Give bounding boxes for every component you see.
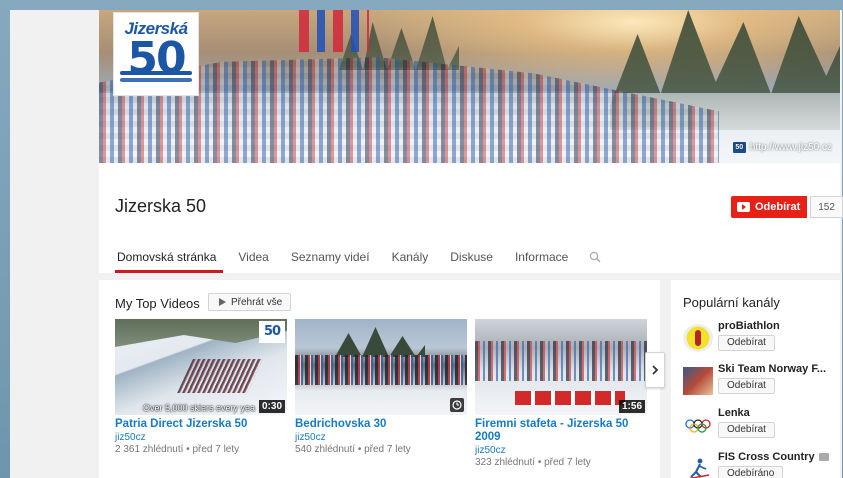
channel-item: Ski Team Norway F... Odebírat — [683, 363, 843, 399]
top-videos-section: My Top Videos Přehrát vše 50 Over 5,000 … — [99, 280, 665, 478]
video-meta: 2 361 zhlédnutí • před 7 lety — [115, 444, 240, 455]
panel-title: Populární kanály — [683, 295, 780, 310]
thumbnail-scene — [335, 327, 425, 357]
subscribed-button[interactable]: Odebíráno — [718, 466, 784, 478]
channel-item-name[interactable]: FIS Cross Country — [718, 451, 829, 463]
thumbnail-crowd — [295, 355, 467, 385]
video-title[interactable]: Firemni stafeta - Jizerska 50 2009 — [475, 418, 647, 444]
channel-header: Jizerska 50 Odebírat 152 Domovská stránk… — [99, 163, 843, 273]
subscribe-button[interactable]: Odebírat — [731, 196, 808, 218]
channel-item-name[interactable]: proBiathlon — [718, 320, 780, 332]
subscribe-button[interactable]: Odebírat — [718, 378, 775, 394]
banner-link-text: http://www.jiz50.cz — [749, 141, 832, 153]
search-icon[interactable] — [589, 240, 603, 273]
tab-videos[interactable]: Videa — [227, 240, 279, 273]
play-icon — [219, 298, 226, 306]
play-all-label: Přehrát vše — [231, 296, 283, 308]
thumbnail-logo: 50 — [259, 321, 285, 343]
banner-flags — [299, 10, 369, 52]
video-meta: 323 zhlédnutí • před 7 lety — [475, 457, 591, 468]
channel-title: Jizerska 50 — [115, 196, 207, 216]
channel-item-name[interactable]: Ski Team Norway F... — [718, 363, 826, 375]
tab-playlists[interactable]: Seznamy videí — [280, 240, 381, 273]
clock-icon[interactable] — [450, 398, 464, 412]
verified-icon — [818, 453, 829, 462]
subscribe-button[interactable]: Odebírat — [718, 422, 775, 438]
video-thumbnail[interactable]: 50 Over 5,000 skiers every yea 0:30 — [115, 319, 287, 415]
video-card[interactable]: 1:56 Firemni stafeta - Jizerska 50 2009 … — [475, 319, 647, 468]
tab-discussion[interactable]: Diskuse — [439, 240, 504, 273]
subscriber-count: 152 — [810, 196, 843, 218]
channel-item-name-text: FIS Cross Country — [718, 451, 815, 463]
video-thumbnail[interactable] — [295, 319, 467, 415]
thumbnail-scene — [515, 391, 625, 405]
play-all-button[interactable]: Přehrát vše — [208, 293, 292, 311]
video-thumbnail[interactable]: 1:56 — [475, 319, 647, 415]
video-meta: 540 zhlédnutí • před 7 lety — [295, 444, 411, 455]
popular-channels-panel: Populární kanály proBiathlon Odebírat Sk… — [671, 280, 840, 478]
channel-banner: Jizerská 50 50 http://www.jiz50.cz — [99, 10, 840, 163]
video-title[interactable]: Bedrichovska 30 — [295, 418, 467, 431]
logo-wave — [120, 78, 192, 82]
fis-avatar[interactable] — [683, 455, 713, 478]
banner-website-link[interactable]: 50 http://www.jiz50.cz — [732, 140, 832, 154]
norway-avatar[interactable] — [683, 367, 713, 395]
channel-item: Lenka Odebírat — [683, 407, 843, 443]
youtube-channel-page: Jizerská 50 50 http://www.jiz50.cz Jizer… — [10, 10, 843, 478]
tab-channels[interactable]: Kanály — [381, 240, 440, 273]
channel-logo[interactable]: Jizerská 50 — [113, 12, 199, 96]
video-card[interactable]: Bedrichovska 30 jiz50cz 540 zhlédnutí • … — [295, 319, 467, 455]
subscribe-control: Odebírat 152 — [731, 196, 843, 218]
video-duration: 0:30 — [258, 400, 285, 413]
video-card[interactable]: 50 Over 5,000 skiers every yea 0:30 Patr… — [115, 319, 287, 455]
tab-home[interactable]: Domovská stránka — [115, 240, 227, 273]
subscribe-button[interactable]: Odebírat — [718, 335, 775, 351]
logo-wave — [120, 71, 192, 75]
thumbnail-crowd — [475, 341, 647, 381]
channel-item: FIS Cross Country Odebíráno — [683, 451, 843, 478]
video-channel[interactable]: jiz50cz — [295, 432, 467, 443]
subscribe-label: Odebírat — [755, 201, 801, 213]
video-duration: 1:56 — [618, 400, 645, 413]
video-title[interactable]: Patria Direct Jizerska 50 — [115, 418, 287, 431]
channel-tabs: Domovská stránka Videa Seznamy videí Kan… — [115, 240, 603, 273]
biathlon-avatar[interactable] — [683, 324, 713, 352]
thumbnail-crowd — [177, 359, 263, 393]
olympic-rings-avatar[interactable] — [683, 411, 713, 439]
section-title[interactable]: My Top Videos — [115, 296, 200, 311]
channel-item-name[interactable]: Lenka — [718, 407, 750, 419]
video-channel[interactable]: jiz50cz — [115, 432, 287, 443]
website-link-icon: 50 — [732, 141, 746, 153]
thumbnail-caption: Over 5,000 skiers every yea — [143, 403, 256, 413]
channel-item: proBiathlon Odebírat — [683, 320, 843, 356]
tab-about[interactable]: Informace — [504, 240, 579, 273]
youtube-play-icon — [737, 202, 750, 212]
chevron-right-icon[interactable] — [645, 352, 665, 388]
video-channel[interactable]: jiz50cz — [475, 445, 647, 456]
